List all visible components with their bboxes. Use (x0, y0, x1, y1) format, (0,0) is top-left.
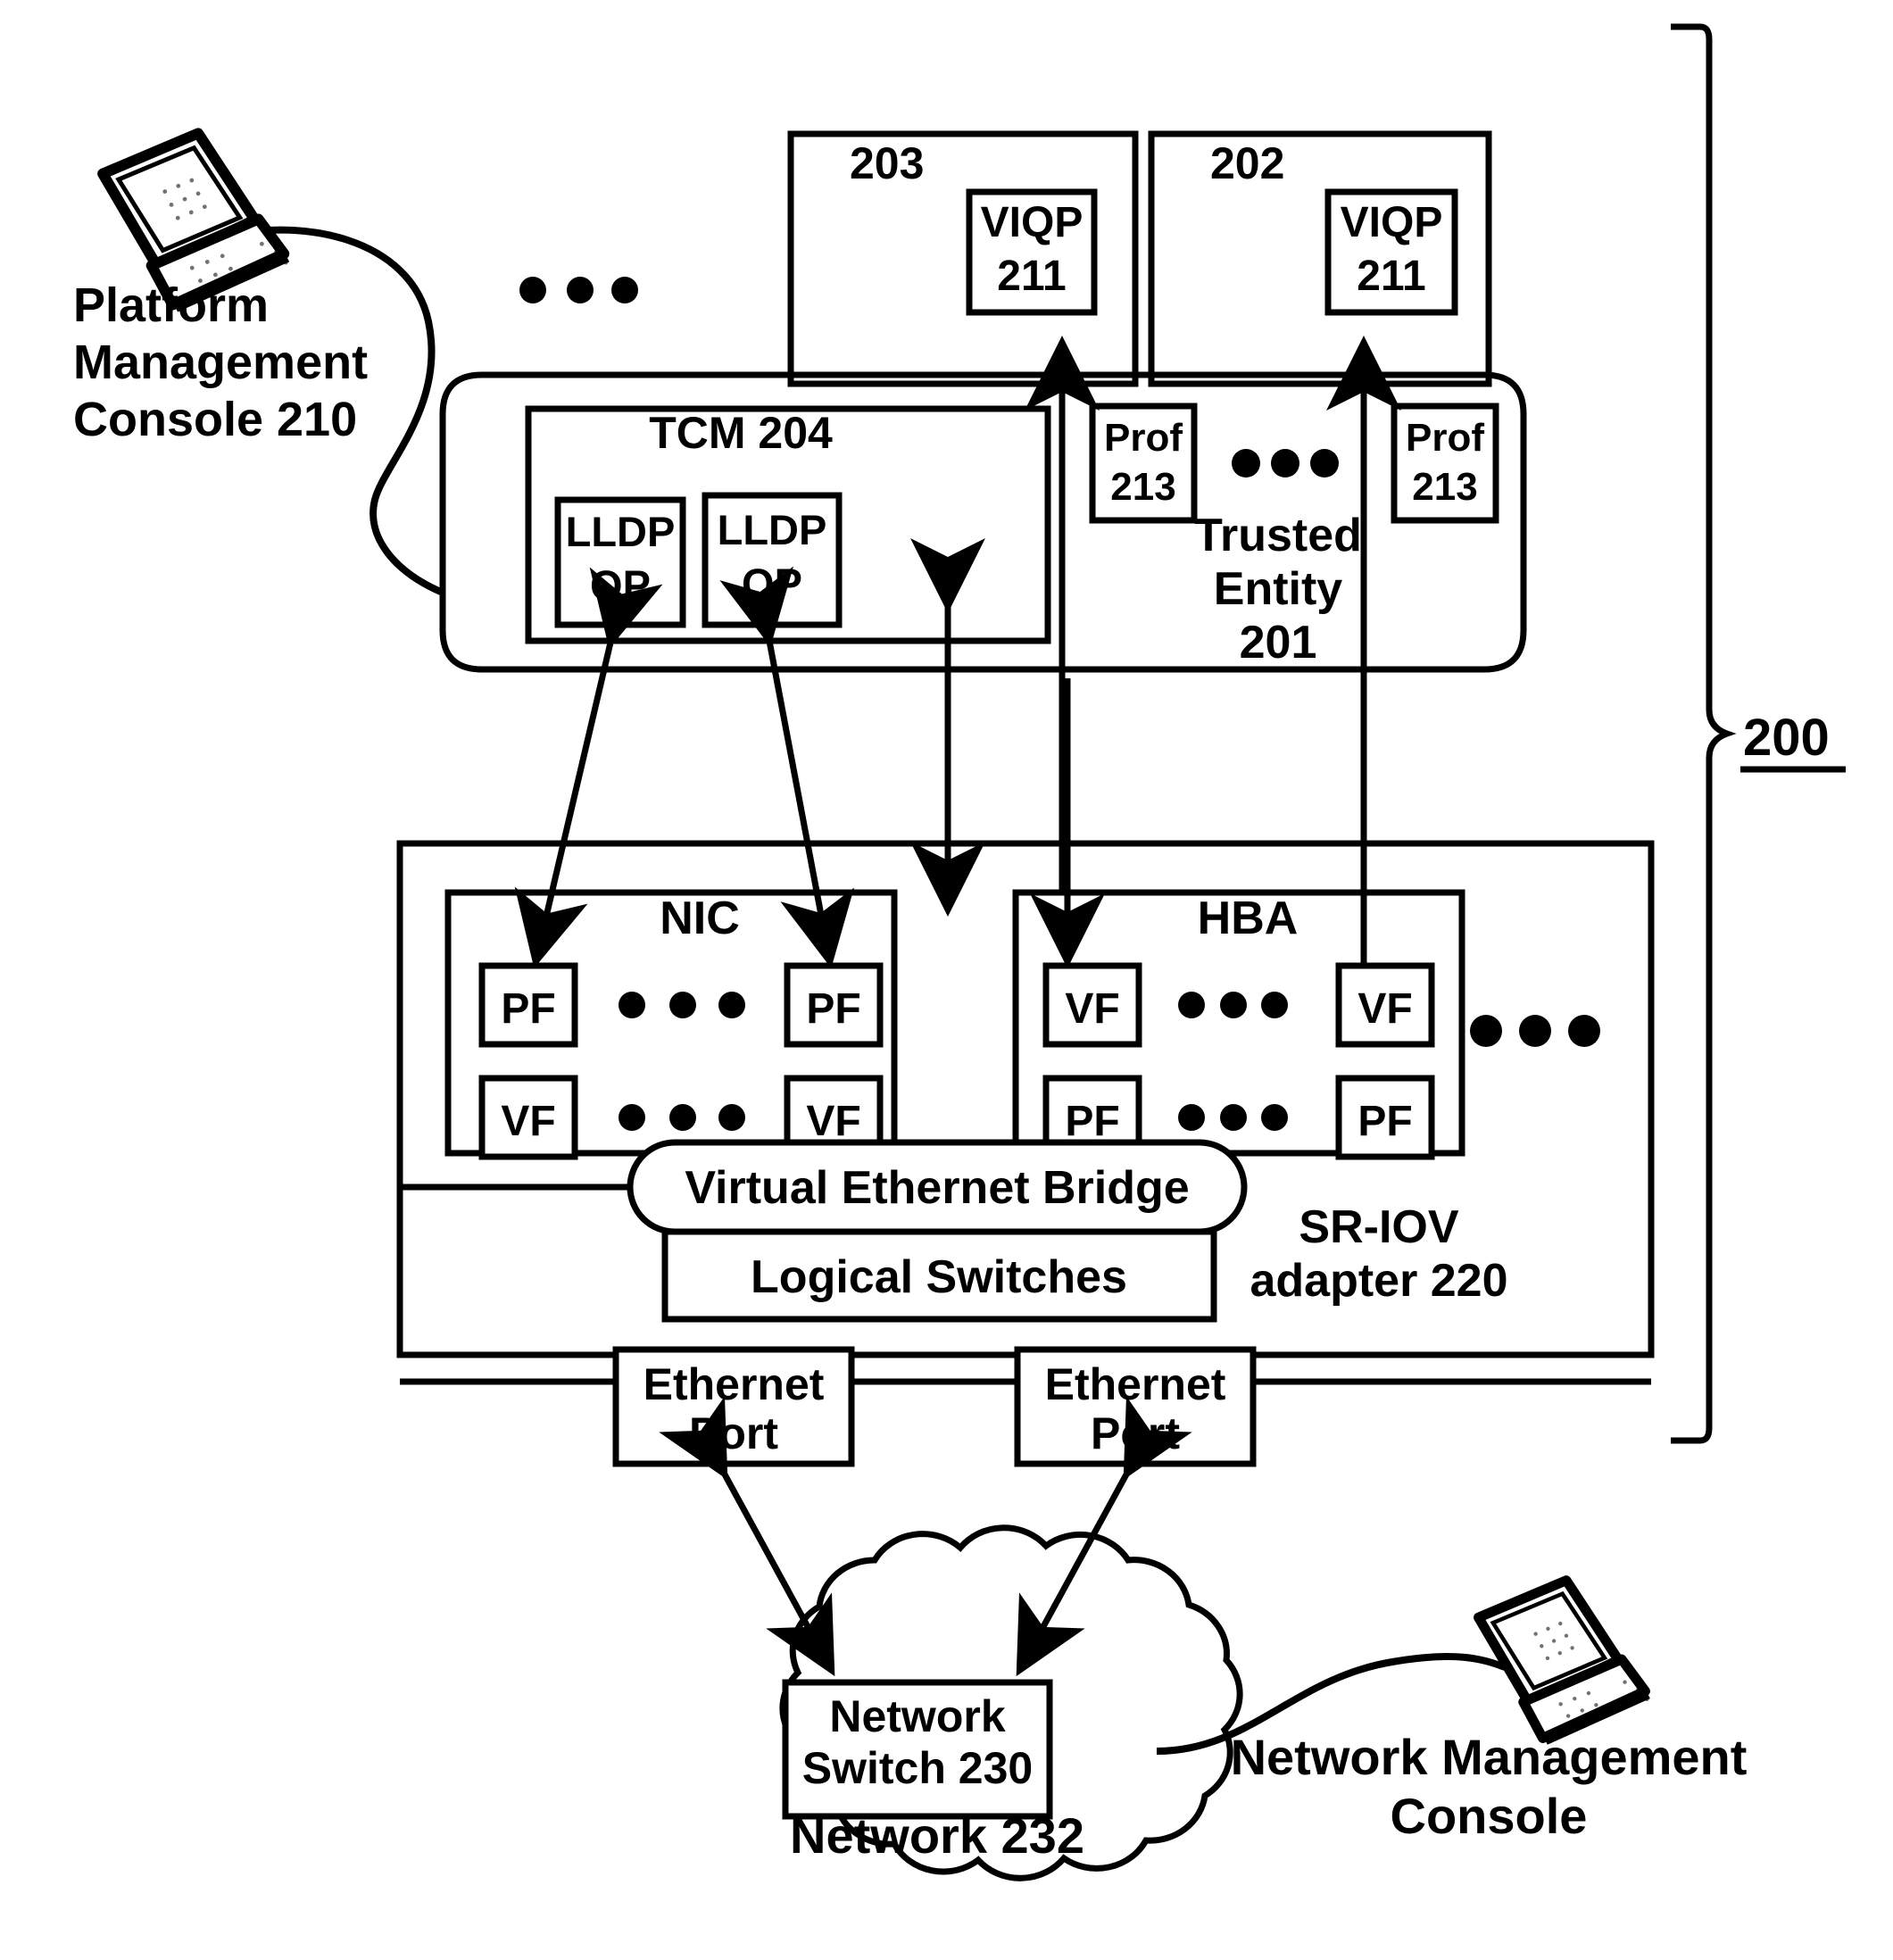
viqp-203-line1: VIQP (981, 199, 1083, 246)
profiles-ellipsis (1232, 449, 1339, 478)
logical-switches-label: Logical Switches (751, 1251, 1127, 1303)
hba-vf-ellipsis (1178, 992, 1288, 1018)
lldp-qp-box-2[interactable]: LLDP QP (702, 492, 843, 628)
ethernet-port-left-line2: Port (689, 1408, 778, 1458)
hba-pf-left-label: PF (1065, 1098, 1119, 1145)
figure-bracket (1671, 23, 1737, 1444)
logical-switches[interactable]: Logical Switches (661, 1228, 1217, 1323)
ethernet-port-left-line1: Ethernet (643, 1359, 825, 1409)
lldp-qp-2-line2: QP (742, 560, 802, 607)
platform-console-line3: Console 210 (73, 393, 357, 446)
network-switch-box[interactable]: Network Switch 230 (782, 1679, 1053, 1820)
sriov-label-line2: adapter 220 (1250, 1255, 1507, 1307)
ethernet-port-right[interactable]: Ethernet Port (1014, 1346, 1257, 1467)
vm-box-203-label: 203 (850, 138, 924, 188)
network-console-label: Network Management Console (1231, 1729, 1748, 1844)
profile-2-line2: 213 (1412, 465, 1477, 509)
nic-pf-left-label: PF (501, 985, 555, 1033)
network-console-line2: Console (1391, 1788, 1588, 1844)
hba-vf-left-label: VF (1065, 985, 1119, 1033)
adapter-ellipsis (1470, 1015, 1600, 1047)
viqp-202-line2: 211 (1357, 253, 1425, 300)
profile-box-2[interactable]: Prof 213 (1391, 403, 1499, 524)
trusted-entity-line3: 201 (1240, 617, 1317, 669)
top-ellipsis (519, 277, 638, 303)
platform-console-line1: Platform (73, 278, 269, 332)
viqp-203-line2: 211 (997, 253, 1066, 300)
lldp-qp-2-line1: LLDP (718, 506, 827, 553)
viqp-box-203[interactable]: VIQP 211 (966, 188, 1098, 316)
ethernet-port-left[interactable]: Ethernet Port (612, 1346, 855, 1467)
lldp-qp-box-1[interactable]: LLDP QP (554, 496, 686, 628)
platform-console-label: Platform Management Console 210 (73, 278, 368, 446)
viqp-box-202[interactable]: VIQP 211 (1324, 188, 1458, 316)
tcm-label: TCM 204 (649, 408, 833, 458)
nic-vf-ellipsis (619, 1104, 745, 1131)
nic-vf-left[interactable]: VF (478, 1075, 578, 1160)
sriov-label-line1: SR-IOV (1299, 1201, 1458, 1253)
network-switch-line1: Network (829, 1691, 1005, 1741)
hba-vf-right-label: VF (1357, 985, 1412, 1033)
profile-box-1[interactable]: Prof 213 (1089, 403, 1198, 524)
hba-pf-right-label: PF (1357, 1098, 1412, 1145)
figure-number-text: 200 (1743, 709, 1830, 767)
arrow-port-right-to-switch (1016, 1396, 1192, 1677)
hba-vf-right[interactable]: VF (1335, 962, 1435, 1048)
trusted-entity-label: Trusted Entity 201 (1194, 510, 1362, 669)
veb-label: Virtual Ethernet Bridge (685, 1162, 1189, 1214)
ethernet-port-right-line1: Ethernet (1045, 1359, 1226, 1409)
patent-diagram: 200 203 VIQP 211 202 VIQP 211 TCM 204 LL… (73, 23, 1846, 1881)
nic-vf-left-label: VF (501, 1098, 555, 1145)
lldp-qp-1-line1: LLDP (566, 508, 676, 555)
trusted-entity-line2: Entity (1214, 563, 1343, 615)
arrow-port-left-to-switch (659, 1396, 835, 1677)
lldp-qp-1-line2: QP (590, 561, 651, 609)
profile-1-line1: Prof (1104, 416, 1183, 460)
laptop-icon-network (1474, 1575, 1650, 1745)
network-console-line1: Network Management (1231, 1729, 1748, 1785)
nic-pf-right[interactable]: PF (784, 962, 884, 1048)
virtual-ethernet-bridge[interactable]: Virtual Ethernet Bridge (627, 1139, 1248, 1235)
figure-canvas: 200 203 VIQP 211 202 VIQP 211 TCM 204 LL… (0, 0, 1893, 1960)
ethernet-port-right-line2: Port (1091, 1408, 1180, 1458)
profile-1-line2: 213 (1110, 465, 1175, 509)
hba-title: HBA (1198, 893, 1299, 944)
platform-console-line2: Management (73, 336, 368, 389)
nic-pf-ellipsis (619, 992, 745, 1018)
vm-box-202-label: 202 (1210, 138, 1284, 188)
hba-vf-left[interactable]: VF (1042, 962, 1142, 1048)
nic-pf-right-label: PF (806, 985, 860, 1033)
hba-pf-ellipsis (1178, 1104, 1288, 1131)
figure-number: 200 (1740, 709, 1846, 773)
network-switch-line2: Switch 230 (802, 1743, 1033, 1793)
hba-pf-right[interactable]: PF (1335, 1075, 1435, 1160)
trusted-entity-line1: Trusted (1194, 510, 1362, 561)
profile-2-line1: Prof (1406, 416, 1484, 460)
nic-pf-left[interactable]: PF (478, 962, 578, 1048)
viqp-202-line1: VIQP (1341, 199, 1443, 246)
nic-vf-right-label: VF (806, 1098, 860, 1145)
nic-title: NIC (660, 893, 740, 944)
